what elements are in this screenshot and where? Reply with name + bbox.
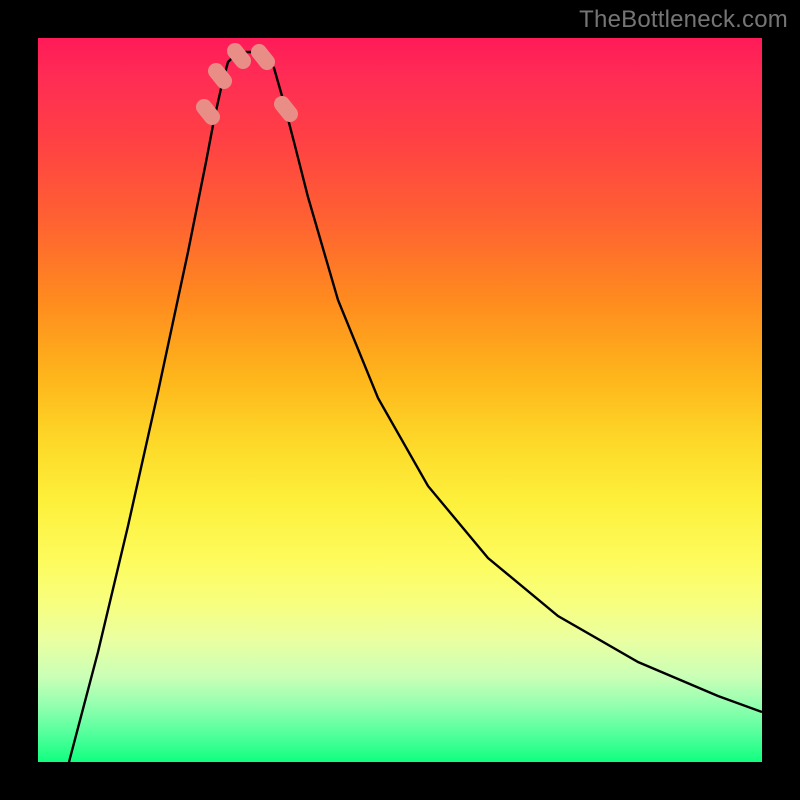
marker-5 [282,104,290,114]
marker-2 [216,71,224,81]
marker-1 [204,107,212,117]
watermark-text: TheBottleneck.com [579,6,788,34]
marker-4 [259,52,267,62]
plot-area [38,38,762,762]
marker-3 [235,51,243,61]
chart-frame: TheBottleneck.com [0,0,800,800]
chart-svg [38,38,762,762]
bottleneck-curve [69,52,762,762]
